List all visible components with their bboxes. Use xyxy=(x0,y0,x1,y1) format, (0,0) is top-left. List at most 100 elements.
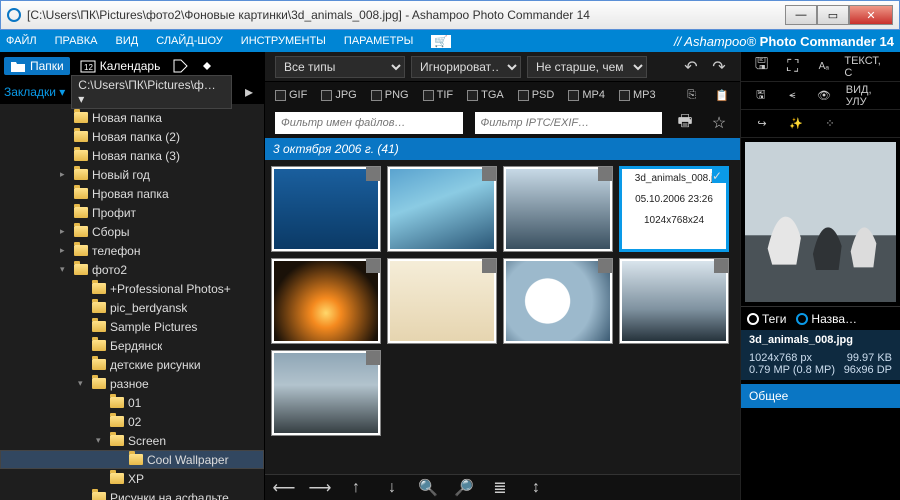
thumbnail[interactable] xyxy=(271,258,381,344)
tree-node[interactable]: Cool Wallpaper xyxy=(0,450,264,469)
format-jpg[interactable]: JPG xyxy=(321,89,356,101)
tree-node[interactable]: Бердянск xyxy=(0,336,264,355)
tree-node[interactable]: ▾Screen xyxy=(0,431,264,450)
tree-node[interactable]: ▾разное xyxy=(0,374,264,393)
thumb-check-icon[interactable] xyxy=(714,259,728,273)
layout-icon[interactable]: ↕ xyxy=(525,477,547,499)
thumb-check-icon[interactable]: ✓ xyxy=(712,169,726,183)
print-icon[interactable]: 🖶 xyxy=(674,112,696,134)
menu-file[interactable]: ФАЙЛ xyxy=(6,35,37,47)
tree-node[interactable]: Новая папка (2) xyxy=(0,127,264,146)
save-icon[interactable]: 🖫 xyxy=(751,56,772,78)
mode-more[interactable] xyxy=(196,55,218,77)
filter-ignore-select[interactable]: Игнорироват… xyxy=(411,56,521,78)
undo-icon[interactable]: ↶ xyxy=(680,56,702,78)
zoom-out-icon[interactable]: 🔍 xyxy=(417,477,439,499)
format-png[interactable]: PNG xyxy=(371,89,409,101)
copy-icon[interactable]: ⎘ xyxy=(684,84,700,106)
tree-node[interactable]: ▸Новый год xyxy=(0,165,264,184)
share-icon[interactable]: ⪪ xyxy=(783,85,803,107)
close-button[interactable]: ✕ xyxy=(849,5,893,25)
thumbnail[interactable] xyxy=(387,166,497,252)
filter-age-select[interactable]: Не старше, чем xyxy=(527,56,647,78)
format-tga[interactable]: TGA xyxy=(467,89,504,101)
tree-node[interactable]: Новая папка (3) xyxy=(0,146,264,165)
cart-icon[interactable]: 🛒 xyxy=(431,35,451,48)
thumb-check-icon[interactable] xyxy=(366,259,380,273)
menu-edit[interactable]: ПРАВКА xyxy=(55,35,98,47)
format-gif[interactable]: GIF xyxy=(275,89,307,101)
expand-icon[interactable]: ▸ xyxy=(60,226,70,237)
filter-type-select[interactable]: Все типы xyxy=(275,56,405,78)
folder-tree[interactable]: Новая папкаНовая папка (2)Новая папка (3… xyxy=(0,104,264,500)
expand-icon[interactable]: ▾ xyxy=(78,378,88,389)
tree-node[interactable]: XP xyxy=(0,469,264,488)
nav-next-icon[interactable]: ⟶ xyxy=(309,477,331,499)
tree-node[interactable]: Новая папка xyxy=(0,108,264,127)
thumb-check-icon[interactable] xyxy=(482,167,496,181)
format-psd[interactable]: PSD xyxy=(518,89,555,101)
expand-icon[interactable]: ▾ xyxy=(60,264,70,275)
thumbnail[interactable] xyxy=(271,350,381,436)
maximize-button[interactable]: ▭ xyxy=(817,5,849,25)
thumb-check-icon[interactable] xyxy=(598,167,612,181)
save2-icon[interactable]: 🖫 xyxy=(751,85,771,107)
tree-node[interactable]: Рисунки на асфальте xyxy=(0,488,264,500)
menu-view[interactable]: ВИД xyxy=(116,35,139,47)
section-common[interactable]: Общее xyxy=(741,384,900,408)
favorite-icon[interactable]: ☆ xyxy=(708,112,730,134)
group-icon[interactable]: ≣ xyxy=(489,477,511,499)
tree-node[interactable]: 02 xyxy=(0,412,264,431)
expand-icon[interactable]: ▾ xyxy=(96,435,106,446)
sort-asc-icon[interactable]: ↑ xyxy=(345,477,367,499)
format-mp4[interactable]: MP4 xyxy=(568,89,605,101)
filter-name-input[interactable] xyxy=(275,112,463,134)
tree-node[interactable]: ▸телефон xyxy=(0,241,264,260)
expand-icon[interactable]: ▸ xyxy=(60,169,70,180)
tree-node[interactable]: +Professional Photos+ xyxy=(0,279,264,298)
tree-node[interactable]: ▾фото2 xyxy=(0,260,264,279)
paste-icon[interactable]: 📋 xyxy=(714,84,730,106)
minimize-button[interactable]: — xyxy=(785,5,817,25)
thumbnail[interactable] xyxy=(503,258,613,344)
eye-icon[interactable]: 👁 xyxy=(814,85,834,107)
path-go[interactable]: ▸ xyxy=(238,81,260,103)
redo2-icon[interactable]: ↪ xyxy=(751,113,773,135)
zoom-in-icon[interactable]: 🔎 xyxy=(453,477,475,499)
tree-node[interactable]: детские рисунки xyxy=(0,355,264,374)
tab-tags[interactable]: Теги xyxy=(747,312,786,326)
tab-name[interactable]: Назва… xyxy=(796,312,857,326)
menu-options[interactable]: ПАРАМЕТРЫ xyxy=(344,35,413,47)
date-group-header[interactable]: 3 октября 2006 г. (41) xyxy=(265,138,740,160)
format-tif[interactable]: TIF xyxy=(423,89,454,101)
tree-node[interactable]: pic_berdyansk xyxy=(0,298,264,317)
thumb-check-icon[interactable] xyxy=(598,259,612,273)
thumb-check-icon[interactable] xyxy=(366,167,380,181)
menu-tools[interactable]: ИНСТРУМЕНТЫ xyxy=(241,35,326,47)
resize-icon[interactable]: ⛶ xyxy=(782,56,803,78)
mode-folders[interactable]: Папки xyxy=(4,57,70,75)
tree-node[interactable]: Нровая папка xyxy=(0,184,264,203)
bookmarks-dropdown[interactable]: Закладки ▾ xyxy=(4,85,65,99)
redo-icon[interactable]: ↷ xyxy=(708,56,730,78)
mode-tags[interactable] xyxy=(170,55,192,77)
tree-node[interactable]: ▸Сборы xyxy=(0,222,264,241)
sort-desc-icon[interactable]: ↓ xyxy=(381,477,403,499)
thumbnail[interactable] xyxy=(503,166,613,252)
wand-icon[interactable]: ✨ xyxy=(785,113,807,135)
tree-node[interactable]: 01 xyxy=(0,393,264,412)
expand-icon[interactable]: ▸ xyxy=(60,245,70,256)
tree-node[interactable]: Профит xyxy=(0,203,264,222)
thumb-check-icon[interactable] xyxy=(366,351,380,365)
preview-image[interactable] xyxy=(745,142,896,302)
thumbnail[interactable] xyxy=(387,258,497,344)
thumbnail[interactable] xyxy=(619,258,729,344)
text-tool-icon[interactable]: Aₐ xyxy=(813,56,834,78)
tree-node[interactable]: Sample Pictures xyxy=(0,317,264,336)
thumb-check-icon[interactable] xyxy=(482,259,496,273)
menu-slideshow[interactable]: СЛАЙД-ШОУ xyxy=(156,35,223,47)
filter-iptc-input[interactable] xyxy=(475,112,663,134)
format-mp3[interactable]: MP3 xyxy=(619,89,656,101)
mode-calendar[interactable]: 12 Календарь xyxy=(74,57,167,75)
objects-icon[interactable]: ⁘ xyxy=(819,113,841,135)
